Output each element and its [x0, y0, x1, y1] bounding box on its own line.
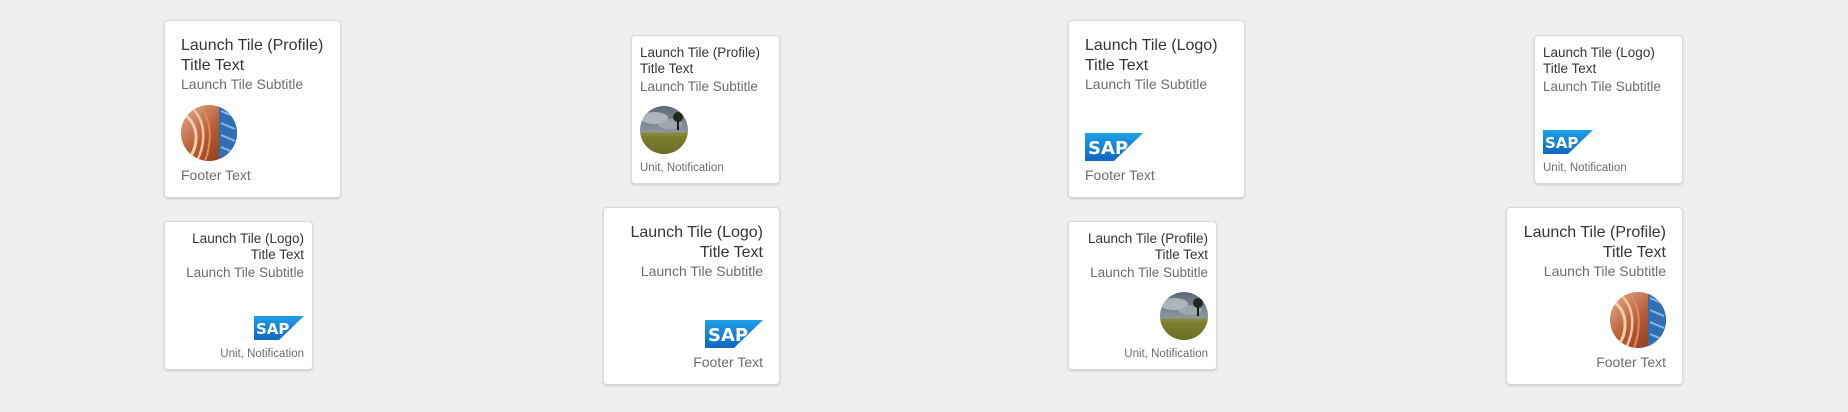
svg-text:SAP: SAP	[1088, 138, 1128, 159]
tile-subtitle: Launch Tile Subtitle	[181, 76, 304, 93]
landscape-photo-icon	[1160, 292, 1208, 340]
sap-logo: SAP	[1543, 130, 1593, 154]
svg-text:SAP: SAP	[1545, 134, 1578, 152]
tile-footer: Unit, Notification	[1543, 162, 1627, 174]
launch-tile-logo-2[interactable]: Launch Tile (Logo) Title Text Launch Til…	[1534, 35, 1683, 184]
tile-footer: Unit, Notification	[640, 162, 724, 174]
tile-subtitle: Launch Tile Subtitle	[1090, 264, 1208, 280]
tile-subtitle: Launch Tile Subtitle	[1085, 76, 1208, 93]
tile-title: Launch Tile (Profile) Title Text	[1087, 231, 1208, 263]
profile-photo-icon	[1610, 292, 1666, 348]
launch-tile-profile-2[interactable]: Launch Tile (Profile) Title Text Launch …	[631, 35, 780, 184]
tile-title: Launch Tile (Profile) Title Text	[1523, 224, 1666, 261]
tile-title: Launch Tile (Logo) Title Text	[1085, 37, 1218, 74]
launch-tile-profile-3[interactable]: Launch Tile (Profile) Title Text Launch …	[1068, 221, 1217, 370]
launch-tile-logo-3[interactable]: Launch Tile (Logo) Title Text Launch Til…	[164, 221, 313, 370]
tile-subtitle: Launch Tile Subtitle	[640, 263, 763, 280]
svg-text:SAP: SAP	[708, 325, 748, 346]
tile-footer: Footer Text	[181, 167, 251, 183]
tile-subtitle: Launch Tile Subtitle	[186, 264, 304, 280]
tile-footer: Footer Text	[693, 354, 763, 370]
profile-photo-icon	[181, 105, 237, 161]
launch-tile-logo-1[interactable]: Launch Tile (Logo) Title Text Launch Til…	[1068, 20, 1245, 198]
tile-footer: Footer Text	[1596, 354, 1666, 370]
tile-footer: Unit, Notification	[1124, 348, 1208, 360]
tile-title: Launch Tile (Profile) Title Text	[640, 45, 761, 77]
tile-title: Launch Tile (Logo) Title Text	[1543, 45, 1655, 77]
tile-subtitle: Launch Tile Subtitle	[1543, 263, 1666, 280]
tile-title: Launch Tile (Logo) Title Text	[192, 231, 304, 263]
tile-footer: Footer Text	[1085, 167, 1155, 183]
launch-tile-logo-4[interactable]: Launch Tile (Logo) Title Text Launch Til…	[603, 207, 780, 385]
sap-logo: SAP	[254, 316, 304, 340]
tile-title: Launch Tile (Profile) Title Text	[181, 37, 324, 74]
tile-subtitle: Launch Tile Subtitle	[640, 78, 758, 94]
sap-logo: SAP	[1085, 133, 1143, 161]
tile-footer: Unit, Notification	[220, 348, 304, 360]
launch-tile-profile-4[interactable]: Launch Tile (Profile) Title Text Launch …	[1506, 207, 1683, 385]
tile-subtitle: Launch Tile Subtitle	[1543, 78, 1661, 94]
tile-title: Launch Tile (Logo) Title Text	[630, 224, 763, 261]
launch-tile-profile-1[interactable]: Launch Tile (Profile) Title Text Launch …	[164, 20, 341, 198]
sap-logo: SAP	[705, 320, 763, 348]
landscape-photo-icon	[640, 106, 688, 154]
svg-text:SAP: SAP	[256, 320, 289, 338]
